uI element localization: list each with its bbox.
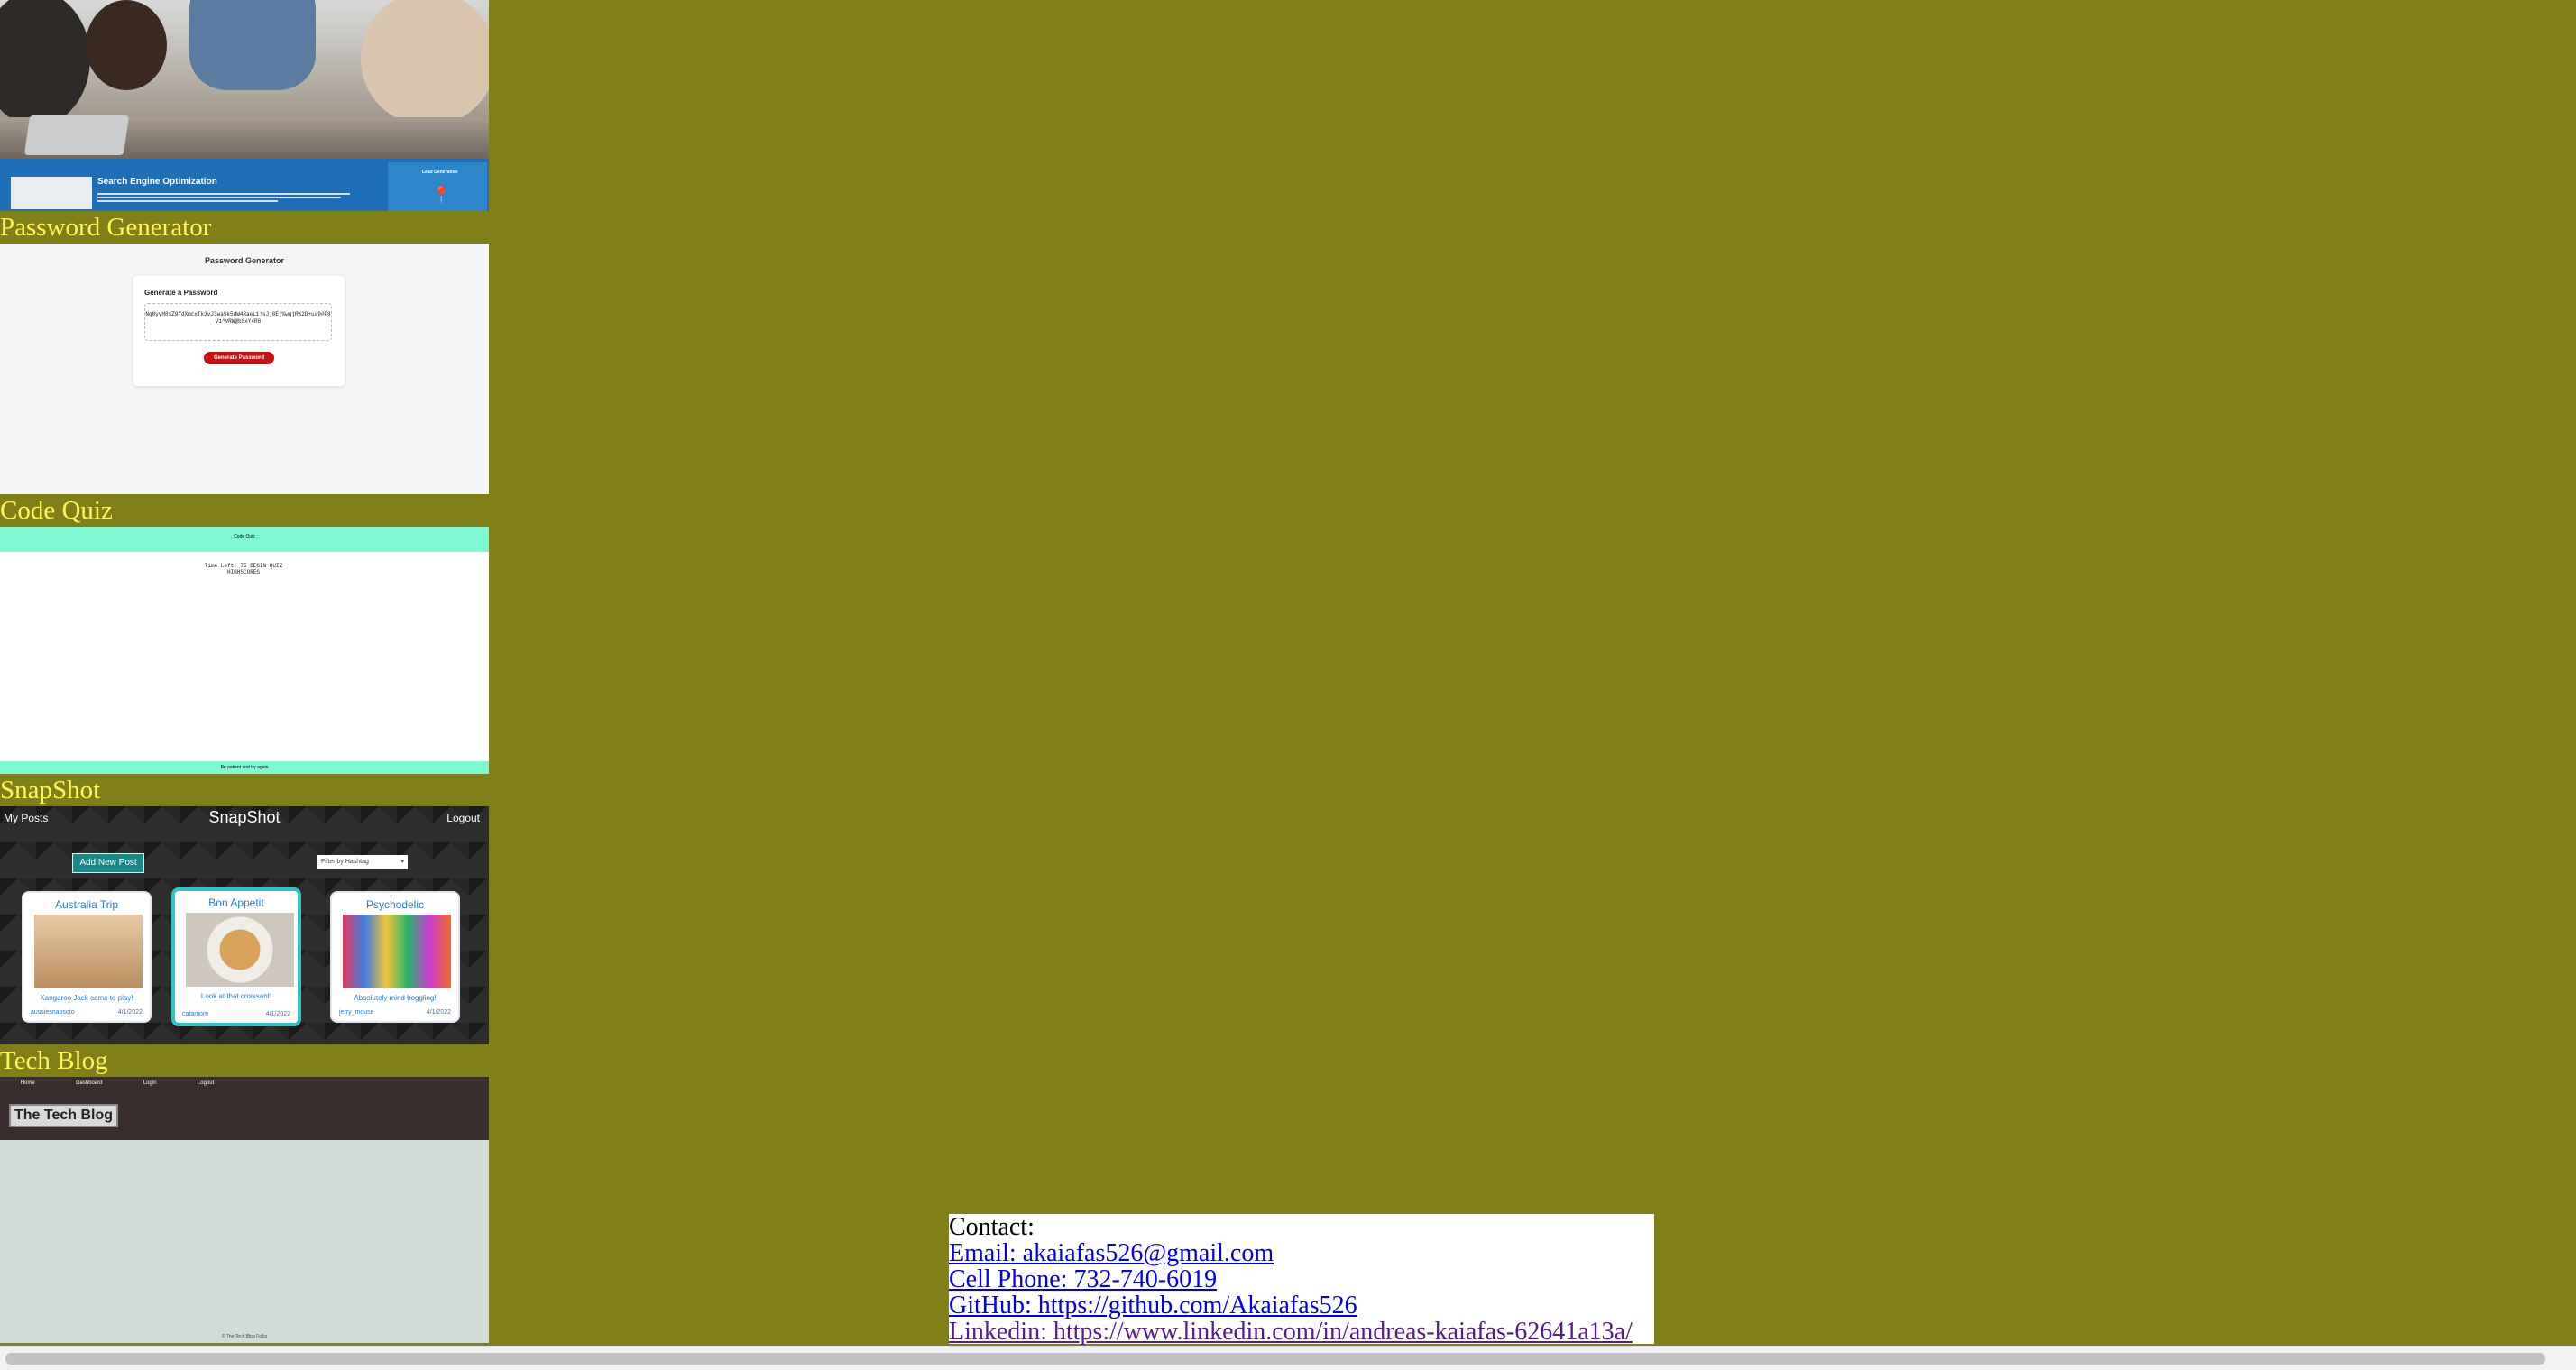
project-title-quiz: Code Quiz	[0, 496, 113, 525]
thumbnail-images	[11, 177, 92, 209]
post-image-kangaroo	[34, 915, 143, 988]
project-title-blog: Tech Blog	[0, 1046, 108, 1075]
scrollbar-thumb[interactable]	[5, 1353, 2545, 1365]
post-image-psychedelic	[343, 915, 451, 988]
blog-nav-dashboard: Dashboard	[76, 1080, 103, 1086]
post-image-croissant	[186, 913, 294, 987]
blog-nav-login: Login	[143, 1080, 157, 1086]
post-title: Bon Appetit	[208, 896, 264, 909]
post-caption: Look at that croissant!	[200, 992, 272, 1000]
generate-password-button: Generate Password	[204, 352, 274, 364]
add-new-post-button: Add New Post	[72, 853, 144, 873]
password-generator-screenshot[interactable]: Password Generator Generate a Password N…	[0, 244, 489, 494]
blog-logo: The Tech Blog	[9, 1104, 119, 1127]
hashtag-filter-label: Filter by Hashtag	[321, 859, 369, 865]
post-title: Australia Trip	[54, 898, 119, 911]
post-date: 4/1/2022	[265, 1011, 290, 1017]
hashtag-filter-select: Filter by Hashtag ▾	[317, 855, 408, 869]
post-user: jerry_mouse	[339, 1009, 374, 1016]
blog-nav-home: Home	[20, 1080, 35, 1086]
post-date: 4/1/2022	[117, 1009, 143, 1016]
office-photo	[0, 0, 489, 159]
post-title: Psychodelic	[365, 898, 425, 911]
post-user: catamore	[182, 1011, 209, 1017]
post-card: Bon Appetit Look at that croissant! cata…	[171, 887, 301, 1026]
linkedin-link[interactable]: Linkedin: https://www.linkedin.com/in/an…	[949, 1319, 1654, 1345]
project-title-password: Password Generator	[0, 213, 212, 242]
code-quiz-screenshot[interactable]: Code Quiz Time Left: 75 BEGIN QUIZ HIGHS…	[0, 527, 489, 774]
horizontal-scrollbar[interactable]	[0, 1346, 2576, 1370]
quiz-header-bar: Code Quiz	[0, 527, 489, 552]
password-card: Generate a Password Nq8yvH8sZ9fdXmcxTk3v…	[133, 276, 345, 386]
contact-section: Contact: Email: akaiafas526@gmail.com Ce…	[949, 1213, 1654, 1345]
quiz-header-text: Code Quiz	[234, 534, 255, 539]
post-caption: Absolutely mind boggling!	[354, 994, 437, 1002]
quiz-center-text: Time Left: 75 BEGIN QUIZ HIGHSCORES	[204, 563, 283, 575]
seo-heading: Search Engine Optimization	[97, 177, 217, 187]
post-card: Australia Trip Kangaroo Jack came to pla…	[22, 891, 152, 1023]
seo-description-lines	[97, 191, 359, 204]
email-link[interactable]: Email: akaiafas526@gmail.com	[949, 1240, 1654, 1266]
chevron-down-icon: ▾	[400, 859, 404, 865]
seo-project-screenshot[interactable]: Search Engine Optimization Lead Generati…	[0, 0, 489, 211]
snapshot-nav-title: SnapShot	[208, 808, 281, 826]
blog-footer: © The Tech Blog Folks	[221, 1334, 268, 1339]
blog-nav: Home Dashboard Login Logout	[0, 1080, 235, 1086]
snapshot-screenshot[interactable]: My Posts SnapShot Logout Add New Post Fi…	[0, 806, 489, 1044]
project-title-snapshot: SnapShot	[0, 776, 101, 805]
phone-link[interactable]: Cell Phone: 732-740-6019	[949, 1266, 1654, 1292]
contact-heading: Contact:	[949, 1213, 1035, 1241]
post-caption: Kangaroo Jack came to play!	[40, 994, 133, 1002]
seo-banner: Search Engine Optimization Lead Generati…	[0, 159, 489, 211]
post-card: Psychodelic Absolutely mind boggling! je…	[330, 891, 460, 1023]
post-user: aussiesnapsoto	[31, 1009, 75, 1016]
blog-nav-logout: Logout	[197, 1080, 215, 1086]
portfolio-column: Search Engine Optimization Lead Generati…	[0, 0, 489, 1343]
tech-blog-screenshot[interactable]: Home Dashboard Login Logout The Tech Blo…	[0, 1077, 489, 1343]
quiz-footer: Be patient and try again	[0, 761, 489, 774]
blog-header: Home Dashboard Login Logout The Tech Blo…	[0, 1077, 489, 1140]
github-link[interactable]: GitHub: https://github.com/Akaiafas526	[949, 1292, 1654, 1319]
password-output: Nq8yvH8sZ9fdXmcxTk3vJ3waSk5dW4RaeL1!sJ_0…	[144, 303, 332, 341]
password-card-heading: Generate a Password	[144, 289, 218, 297]
password-page-header: Password Generator	[204, 256, 285, 265]
post-date: 4/1/2022	[426, 1009, 451, 1016]
snapshot-nav-logout: Logout	[446, 812, 480, 824]
location-pin-icon: 📍	[431, 186, 452, 204]
lead-generation-heading: Lead Generation	[422, 170, 458, 175]
